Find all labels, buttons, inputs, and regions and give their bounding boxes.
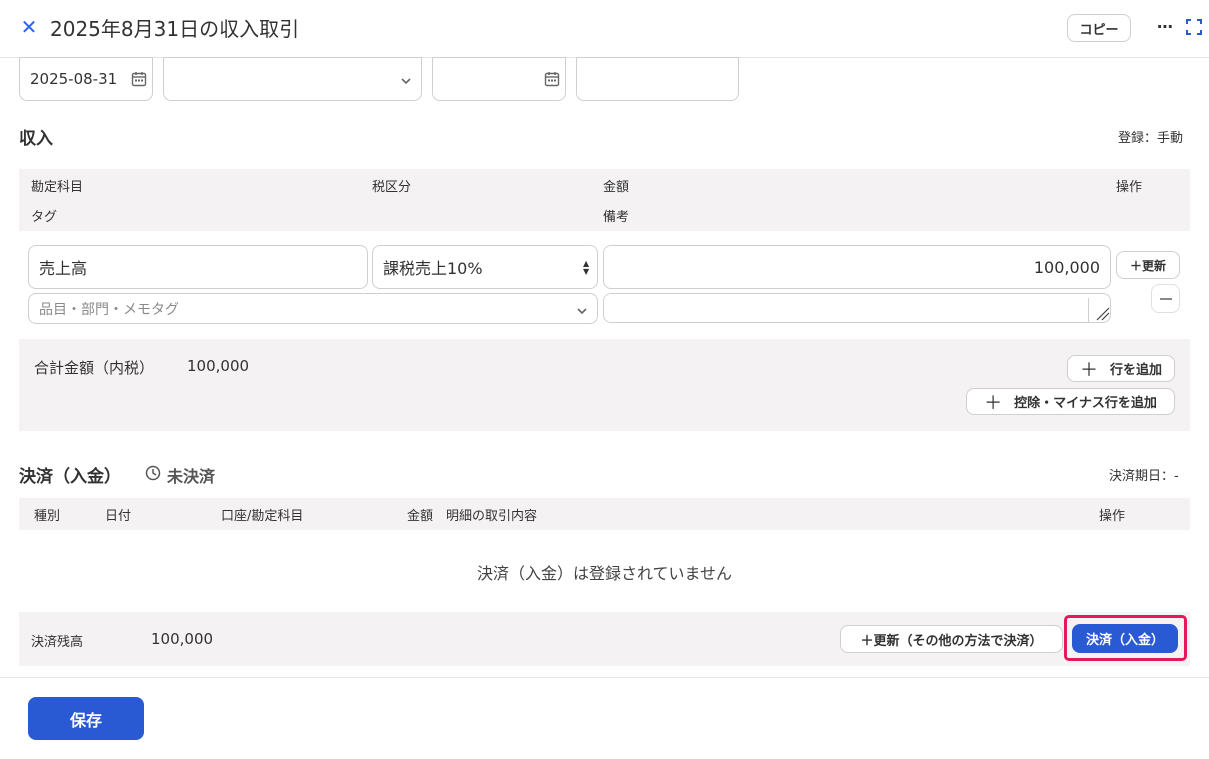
- add-deduction-row-button[interactable]: ＋ 控除・マイナス行を追加: [966, 388, 1175, 415]
- calendar-icon[interactable]: [544, 71, 560, 91]
- resize-handle-icon[interactable]: [1088, 298, 1110, 322]
- page-title: 2025年8月31日の収入取引: [50, 17, 300, 41]
- header-details: 明細の取引内容: [446, 509, 538, 524]
- footer-divider: [0, 677, 1209, 678]
- plus-icon: ＋: [1079, 359, 1098, 381]
- calendar-icon[interactable]: [131, 71, 147, 91]
- header-type: 種別: [34, 509, 61, 524]
- total-value: 100,000: [187, 357, 250, 375]
- balance-value: 100,000: [151, 630, 214, 648]
- empty-message: 決済（入金）は登録されていません: [476, 564, 733, 583]
- header-settlement-amount: 金額: [407, 509, 434, 524]
- balance-label: 決済残高: [31, 635, 84, 650]
- tag-select[interactable]: 品目・部門・メモタグ: [28, 293, 598, 324]
- minus-icon: [1159, 297, 1172, 300]
- chevron-down-icon: [576, 303, 588, 321]
- add-row-button[interactable]: ＋ 行を追加: [1067, 355, 1175, 382]
- settlement-status: 未決済: [167, 467, 216, 486]
- total-label: 合計金額（内税）: [34, 359, 155, 377]
- header-operation: 操作: [1116, 180, 1143, 195]
- partner-select[interactable]: [163, 57, 422, 101]
- amount-value: 100,000: [1033, 257, 1100, 277]
- settlement-date-label: 決済期日：-: [1109, 469, 1179, 484]
- save-label: 保存: [69, 710, 102, 730]
- remarks-field[interactable]: [603, 293, 1111, 323]
- update-button[interactable]: ＋更新: [1116, 251, 1180, 279]
- copy-button-label: コピー: [1079, 22, 1119, 38]
- settlement-table-header: [19, 498, 1190, 530]
- close-icon[interactable]: ✕: [18, 14, 40, 40]
- header-account: 勘定科目: [31, 180, 84, 195]
- expand-icon[interactable]: [1186, 19, 1202, 35]
- update-button-label: ＋更新: [1129, 258, 1166, 273]
- more-horizontal-icon[interactable]: ⋯: [1156, 17, 1174, 37]
- settle-deposit-button[interactable]: 決済（入金）: [1072, 624, 1178, 653]
- copy-button[interactable]: コピー: [1067, 14, 1131, 42]
- due-date-field[interactable]: [432, 57, 566, 101]
- header-date: 日付: [105, 509, 132, 524]
- header-remarks: 備考: [603, 210, 630, 225]
- header-tag: タグ: [31, 210, 58, 225]
- clock-icon: [145, 465, 161, 485]
- save-button[interactable]: 保存: [28, 697, 144, 740]
- account-field[interactable]: 売上高: [28, 245, 368, 289]
- update-other-label: ＋更新（その他の方法で決済）: [860, 633, 1043, 649]
- header-settlement-account: 口座/勘定科目: [221, 509, 304, 524]
- account-value: 売上高: [39, 259, 88, 278]
- header-settlement-operation: 操作: [1099, 509, 1126, 524]
- memo-field[interactable]: [576, 57, 739, 101]
- update-other-method-button[interactable]: ＋更新（その他の方法で決済）: [840, 625, 1063, 653]
- add-deduction-label: 控除・マイナス行を追加: [1014, 396, 1157, 411]
- settle-label: 決済（入金）: [1085, 633, 1164, 648]
- registration-label: 登録：手動: [1118, 131, 1184, 146]
- tax-select[interactable]: 課税売上10% ▲ ▼: [372, 245, 598, 289]
- date-value: 2025-08-31: [30, 70, 118, 88]
- tag-placeholder: 品目・部門・メモタグ: [39, 301, 179, 318]
- select-arrows-icon: ▲ ▼: [583, 259, 590, 276]
- amount-field[interactable]: 100,000: [603, 245, 1111, 289]
- tax-value: 課税売上10%: [383, 259, 483, 278]
- income-section-title: 収入: [19, 129, 53, 149]
- settlement-section-title: 決済（入金）: [19, 467, 121, 487]
- remove-row-button[interactable]: [1151, 284, 1180, 313]
- chevron-down-icon: [400, 73, 412, 91]
- totals-band: [19, 339, 1190, 431]
- header-tax: 税区分: [372, 180, 412, 195]
- header-amount: 金額: [603, 180, 630, 195]
- add-row-label: 行を追加: [1109, 363, 1162, 378]
- date-field[interactable]: 2025-08-31: [19, 57, 153, 101]
- plus-icon: ＋: [984, 392, 1003, 414]
